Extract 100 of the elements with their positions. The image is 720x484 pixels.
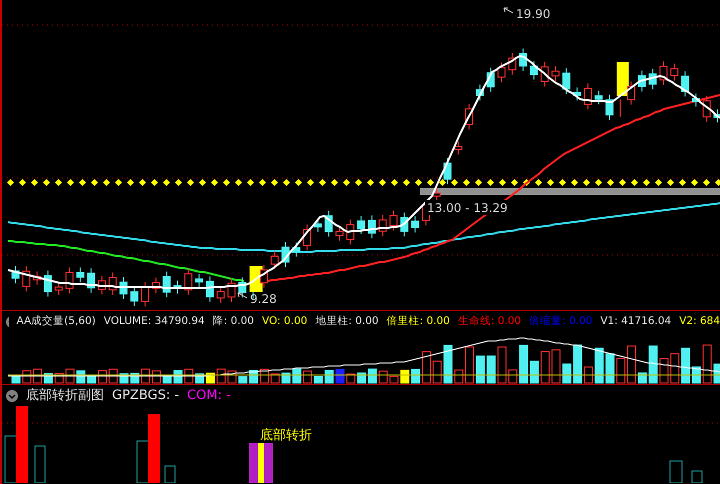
candlestick	[368, 214, 376, 239]
candlestick	[216, 286, 225, 304]
indicator-value: 倍里柱: 0.00	[386, 314, 450, 329]
candlestick	[692, 93, 700, 108]
volume-bar	[670, 353, 680, 384]
volume-bar	[368, 368, 377, 384]
candlestick	[660, 60, 668, 86]
indicator-value: GPZBGS: -	[112, 386, 180, 405]
signal-bar	[34, 446, 46, 483]
volume-bar	[400, 370, 410, 384]
volume-bar	[702, 344, 712, 384]
indicator-value: COM: -	[187, 386, 231, 405]
volume-bar	[324, 370, 334, 384]
candlestick	[282, 242, 290, 268]
candlestick	[314, 218, 322, 232]
volume-bar	[465, 346, 474, 384]
volume-bar	[336, 368, 344, 384]
price-label: 9.28	[250, 292, 277, 306]
candlestick	[714, 108, 720, 123]
candlestick	[702, 95, 711, 122]
candlestick	[530, 60, 538, 80]
candlestick	[87, 268, 96, 294]
volume-bar	[552, 349, 560, 384]
candlestick	[195, 273, 204, 288]
candlestick	[378, 214, 387, 237]
indicator-value: 生命线: 0.00	[458, 314, 522, 329]
volume-bar	[476, 356, 485, 384]
volume-bar	[216, 368, 226, 384]
candlestick	[12, 265, 20, 284]
candlestick	[357, 215, 366, 234]
volume-bar	[540, 351, 550, 384]
volume-bar	[660, 358, 668, 384]
candlestick	[270, 250, 279, 270]
candlestick	[120, 276, 128, 300]
signal-bar	[692, 470, 702, 483]
candlestick	[465, 103, 474, 130]
volume-bar	[378, 370, 388, 384]
volume-bar	[292, 368, 302, 384]
candlestick	[303, 224, 312, 251]
candlestick	[130, 286, 138, 307]
price-label: 13.00 - 13.29	[427, 201, 508, 215]
volume-bar	[346, 374, 356, 384]
candlestick	[648, 68, 657, 90]
volume-bar	[594, 348, 604, 384]
candlestick	[141, 282, 150, 307]
candlestick	[606, 94, 614, 120]
volume-bar	[562, 364, 572, 384]
price-label: 19.90	[516, 7, 550, 21]
candlestick	[54, 282, 63, 296]
signal-bar	[164, 466, 176, 483]
candlestick	[552, 66, 560, 82]
candlestick	[411, 216, 420, 233]
volume-bar	[162, 376, 172, 384]
candlestick	[519, 48, 528, 72]
candlestick	[573, 86, 582, 101]
candlestick	[390, 210, 398, 231]
candlestick	[400, 212, 408, 237]
candlestick	[22, 266, 30, 292]
signal-bar	[249, 443, 273, 483]
indicator-value: V1: 41716.04	[600, 314, 672, 329]
candlestick	[336, 226, 344, 242]
volume-bar	[270, 373, 280, 384]
candlestick	[292, 242, 300, 258]
indicator-value: V2: 684	[679, 314, 720, 329]
candlestick	[108, 272, 117, 296]
volume-bar	[616, 358, 626, 384]
indicator-value: 倍缩量: 0.00	[529, 314, 592, 329]
volume-bar	[508, 369, 518, 384]
candlestick	[98, 275, 106, 295]
candlestick	[76, 266, 84, 283]
panel-title: 底部转折副图	[26, 386, 104, 405]
collapse-icon[interactable]	[6, 316, 9, 328]
candlestick	[184, 268, 192, 296]
candlestick	[238, 276, 246, 298]
indicator-value: 地里柱: 0.00	[315, 314, 379, 329]
candlestick	[346, 219, 354, 245]
candlestick	[162, 271, 171, 298]
candlestick	[228, 278, 236, 302]
candlestick	[152, 277, 160, 294]
volume-bar	[357, 372, 366, 384]
candlestick	[540, 61, 549, 88]
volume-bar	[648, 346, 658, 384]
pointer-arrow-icon	[504, 8, 514, 14]
candlestick	[584, 82, 592, 110]
signal-bar	[670, 460, 682, 483]
volume-bar	[444, 344, 452, 384]
candlestick	[486, 67, 495, 92]
candlestick	[508, 52, 516, 76]
candlestick	[454, 141, 462, 155]
pointer-arrow-icon	[238, 292, 248, 298]
volume-bar	[238, 376, 248, 384]
collapse-icon[interactable]	[6, 390, 18, 402]
candlestick	[44, 270, 52, 298]
volume-bar	[606, 353, 614, 384]
candlestick	[33, 270, 42, 286]
volume-bar	[498, 346, 506, 384]
candlestick	[670, 63, 678, 82]
indicator-value: VO: 0.00	[262, 314, 308, 329]
candlestick	[324, 210, 333, 238]
candlestick	[66, 267, 74, 294]
